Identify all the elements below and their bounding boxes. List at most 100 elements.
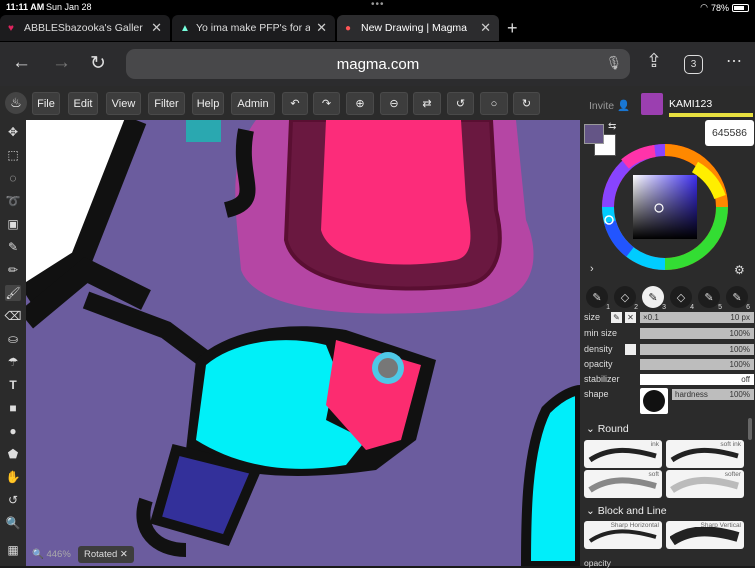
brush-slot-6[interactable]: ✎ 6 [726,286,750,311]
rotate-right-icon[interactable]: ↻ [513,92,540,115]
menu-view[interactable]: View [106,92,141,115]
more-icon[interactable]: ⋯ [726,51,742,71]
brush-slot-3[interactable]: ✎ 3 [642,286,666,311]
battery-icon [732,3,749,12]
eraser-icon[interactable]: ⌫ [5,308,22,324]
invite-button[interactable]: Invite 👤 [589,99,630,112]
panel-scrollbar[interactable] [748,418,752,440]
brush-softer[interactable]: softer [666,470,744,498]
min-size-control[interactable]: min size 100% [584,327,754,341]
brush-slot-1[interactable]: ✎ 1 [586,286,610,311]
pressure-toggle[interactable]: ✎ [611,312,622,323]
stabilizer-control[interactable]: stabilizer off [584,373,754,387]
wifi-icon: ◠ [700,2,708,12]
magma-logo-icon[interactable]: ♨ [5,92,27,114]
microphone-icon[interactable]: 🎙 [605,55,622,71]
drawing-canvas[interactable] [26,120,580,566]
close-icon[interactable]: ✕ [625,312,636,323]
lasso-icon[interactable]: ➰ [5,193,21,209]
rotate-view-icon[interactable]: ↺ [5,492,21,508]
gear-icon[interactable]: ⚙ [734,263,745,277]
ellipse-select-icon[interactable]: ◌ [5,170,21,186]
menu-help[interactable]: Help [192,92,224,115]
avatar[interactable] [641,93,663,115]
brush-shape-preview[interactable] [640,388,668,414]
close-icon[interactable]: ✕ [316,20,327,36]
brush-slot-5[interactable]: ✎ 5 [698,286,722,311]
size-value: 10 px [730,313,750,322]
ellipse-icon[interactable]: ● [5,423,21,439]
swap-colors-icon[interactable]: ⇆ [608,121,616,132]
filmstrip-icon[interactable]: ▦ [5,542,21,558]
username[interactable]: KAMI123 [669,98,712,110]
primary-color-swatch[interactable] [584,124,604,144]
close-icon[interactable]: ✕ [120,549,128,560]
menu-file[interactable]: File [32,92,60,115]
browser-tab-2[interactable]: ▲ Yo ima make PFP's for an ✕ [172,15,335,41]
tool-sidebar: ✥ ⬚ ◌ ➰ ▣ ✎ ✏ 🖌 ⌫ ⛀ ☂ T ■ ● ⬟ ✋ ↺ 🔍 ▦ [0,120,26,566]
close-icon[interactable]: ✕ [480,20,491,36]
zoom-icon[interactable]: 🔍 [5,515,21,531]
brush-set-block-line[interactable]: ⌄ Block and Line [586,505,667,517]
zoom-in-icon[interactable]: ⊕ [346,92,374,115]
tab-overview-button[interactable]: 3 [684,55,703,74]
zoom-level: 🔍 446% [32,549,71,560]
reload-icon[interactable]: ↻ [90,52,106,75]
address-toolbar: ← → ↻ magma.com 🎙 ⇪ 3 ⋯ [0,42,755,86]
share-icon[interactable]: ⇪ [646,50,662,73]
user-color-bar [669,113,753,117]
status-bar: 11:11 AM Sun Jan 28 ••• ◠ 78% [0,0,755,14]
paint-bucket-icon[interactable]: ⛀ [5,331,21,347]
forward-arrow-icon[interactable]: → [52,52,71,74]
brush-sharp-vertical[interactable]: Sharp Vertical [666,521,744,549]
url-field[interactable]: magma.com 🎙 [126,49,630,79]
battery-status: ◠ 78% [700,2,749,13]
menu-edit[interactable]: Edit [68,92,98,115]
rotated-badge[interactable]: Rotated ✕ [78,546,134,563]
brush-soft[interactable]: soft [584,470,662,498]
transform-icon[interactable]: ▣ [5,216,21,232]
opacity-control[interactable]: opacity 100% [584,358,754,372]
density-control[interactable]: density 100% [584,343,754,357]
undo-icon[interactable]: ↶ [282,92,308,115]
move-tool-icon[interactable]: ✥ [5,124,21,140]
rect-select-icon[interactable]: ⬚ [5,147,21,163]
pencil-icon[interactable]: ✏ [5,262,21,278]
text-tool-icon[interactable]: T [5,377,21,393]
smudge-icon[interactable]: ☂ [5,354,21,370]
triangle-icon: ▲ [180,22,190,34]
multitask-dots[interactable]: ••• [371,0,385,10]
rotate-left-icon[interactable]: ↺ [447,92,474,115]
shape-icon[interactable]: ⬟ [5,446,21,462]
close-icon[interactable]: ✕ [151,20,162,36]
brush-icon[interactable]: 🖌 [5,285,21,301]
eyedropper-icon[interactable]: ✎ [5,239,21,255]
browser-tab-1[interactable]: ♥ ABBLESbazooka's Galler ✕ [0,15,170,41]
tab-title: New Drawing | Magma [361,22,468,34]
brush-slot-4[interactable]: ◇ 4 [670,286,694,311]
status-time: 11:11 AM [6,2,45,12]
browser-tab-3[interactable]: ● New Drawing | Magma ✕ [337,15,499,41]
zoom-out-icon[interactable]: ⊖ [380,92,408,115]
back-arrow-icon[interactable]: ← [12,52,31,74]
flip-icon[interactable]: ⇄ [413,92,441,115]
size-control[interactable]: size ✎ ✕ ×0.1 10 px [584,311,754,325]
chevron-right-icon[interactable]: › [590,263,594,275]
new-tab-icon[interactable]: + [507,18,518,39]
menu-admin[interactable]: Admin [231,92,275,115]
redo-icon[interactable]: ↷ [313,92,340,115]
hand-icon[interactable]: ✋ [5,469,21,485]
brush-slot-2[interactable]: ◇ 2 [614,286,638,311]
shape-control[interactable]: shape hardness 100% [584,388,754,414]
brush-ink[interactable]: ink [584,440,662,468]
brush-soft-ink[interactable]: soft ink [666,440,744,468]
color-wheel[interactable] [600,142,730,272]
tab-title: Yo ima make PFP's for an [196,22,311,34]
reset-view-icon[interactable]: ○ [480,92,508,115]
brush-sharp-horizontal[interactable]: Sharp Horizontal [584,521,662,549]
brush-set-round[interactable]: ⌄ Round [586,423,629,435]
right-panel: ⇆ 645586 › ⚙ ✎ 1 ◇ 2 ✎ 3 ◇ 4 ✎ 5 ✎ 6 siz… [580,120,755,568]
rectangle-icon[interactable]: ■ [5,400,21,416]
menu-filter[interactable]: Filter [148,92,185,115]
density-checkbox[interactable] [625,344,636,355]
